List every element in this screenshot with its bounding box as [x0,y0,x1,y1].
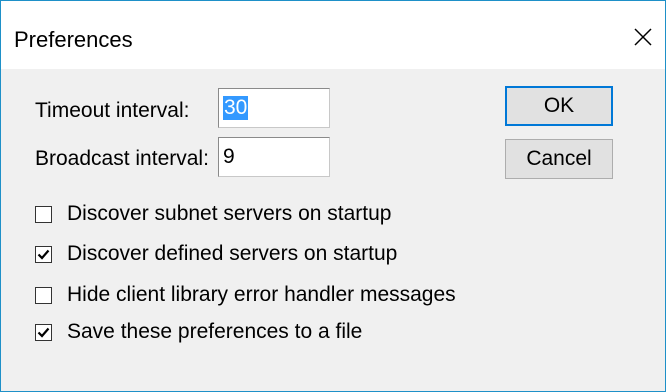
checkbox[interactable] [35,245,52,263]
option-hide-error-messages[interactable]: Hide client library error handler messag… [35,283,456,306]
checkbox[interactable] [35,323,52,341]
option-label: Discover defined servers on startup [67,242,398,265]
dialog-title: Preferences [14,27,133,52]
ok-button[interactable]: OK [505,86,613,126]
checkmark-icon [37,327,50,338]
checkbox[interactable] [35,286,52,304]
option-discover-defined[interactable]: Discover defined servers on startup [35,242,398,265]
close-icon [634,28,652,46]
checkbox[interactable] [35,205,52,223]
option-label: Discover subnet servers on startup [67,202,392,225]
timeout-interval-label: Timeout interval: [35,99,190,122]
checkmark-icon [37,249,50,260]
close-button[interactable] [621,17,665,57]
option-label: Save these preferences to a file [67,320,363,343]
option-label: Hide client library error handler messag… [67,283,456,306]
option-discover-subnet[interactable]: Discover subnet servers on startup [35,202,392,225]
cancel-button[interactable]: Cancel [505,139,613,179]
broadcast-interval-value: 9 [223,145,235,168]
option-save-preferences[interactable]: Save these preferences to a file [35,320,363,343]
preferences-dialog: Preferences Timeout interval: 30 Broadca… [0,0,666,392]
broadcast-interval-label: Broadcast interval: [35,147,209,170]
timeout-interval-value: 30 [223,96,249,120]
timeout-interval-input[interactable]: 30 [218,88,330,128]
title-bar: Preferences [1,1,665,69]
broadcast-interval-input[interactable]: 9 [218,137,330,177]
